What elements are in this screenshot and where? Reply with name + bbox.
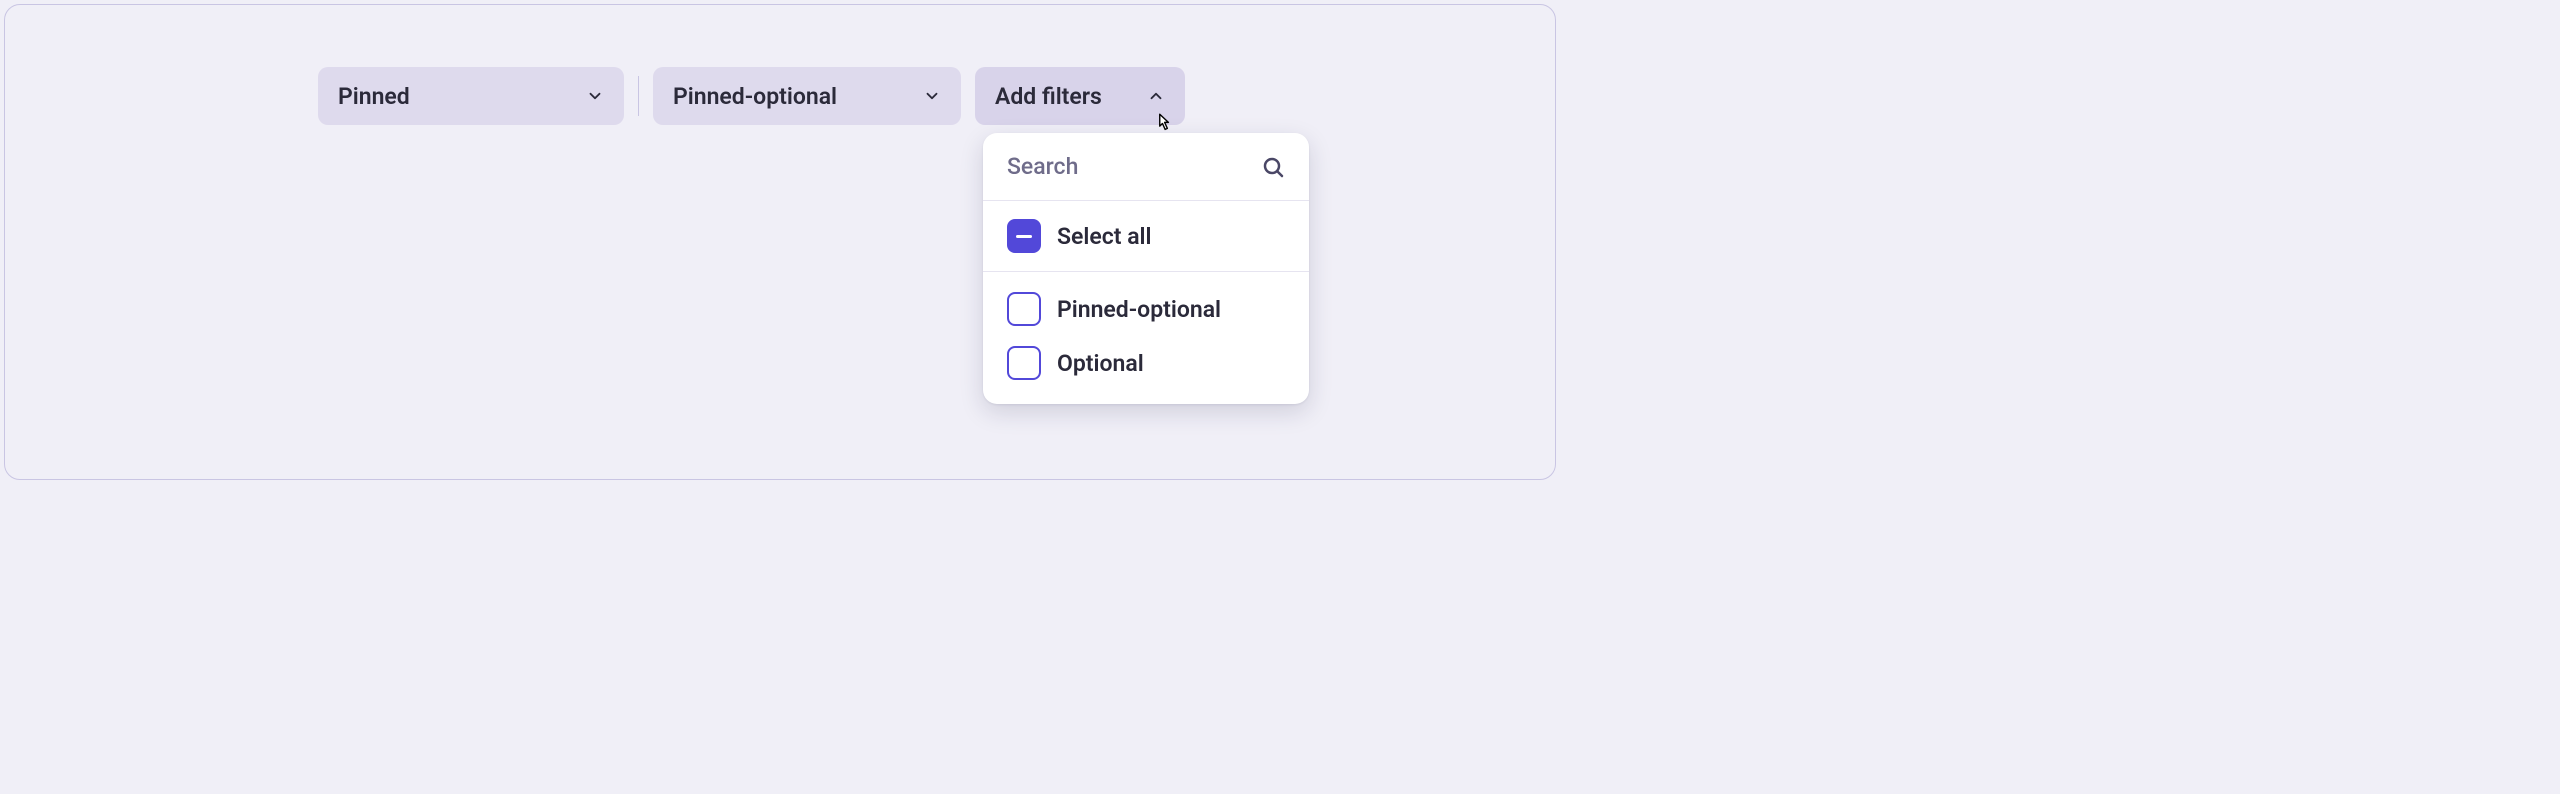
chevron-up-icon xyxy=(1147,87,1165,105)
select-all-label: Select all xyxy=(1057,223,1152,250)
option-checkbox[interactable] xyxy=(1007,292,1041,326)
indeterminate-icon xyxy=(1016,235,1032,238)
filter-option-optional[interactable]: Optional xyxy=(983,336,1309,390)
select-all-checkbox[interactable] xyxy=(1007,219,1041,253)
option-label: Pinned-optional xyxy=(1057,296,1221,323)
pinned-filter-label: Pinned xyxy=(338,83,410,110)
pinned-optional-filter-pill[interactable]: Pinned-optional xyxy=(653,67,961,125)
add-filters-button[interactable]: Add filters xyxy=(975,67,1185,125)
chevron-down-icon xyxy=(923,87,941,105)
search-row[interactable]: Search xyxy=(983,133,1309,201)
add-filters-popover: Search Select all Pinned-optional Option… xyxy=(983,133,1309,404)
select-all-row[interactable]: Select all xyxy=(983,201,1309,272)
pinned-optional-filter-label: Pinned-optional xyxy=(673,83,837,110)
chevron-down-icon xyxy=(586,87,604,105)
option-checkbox[interactable] xyxy=(1007,346,1041,380)
filter-option-pinned-optional[interactable]: Pinned-optional xyxy=(983,282,1309,336)
add-filters-label: Add filters xyxy=(995,83,1102,110)
filter-divider xyxy=(638,76,639,116)
pinned-filter-pill[interactable]: Pinned xyxy=(318,67,624,125)
filter-panel: Pinned Pinned-optional Add filters Searc… xyxy=(4,4,1556,480)
option-label: Optional xyxy=(1057,350,1144,377)
search-placeholder: Search xyxy=(1007,153,1078,180)
filter-options-list: Pinned-optional Optional xyxy=(983,272,1309,404)
filter-row: Pinned Pinned-optional Add filters xyxy=(5,67,1555,125)
search-icon xyxy=(1261,155,1285,179)
